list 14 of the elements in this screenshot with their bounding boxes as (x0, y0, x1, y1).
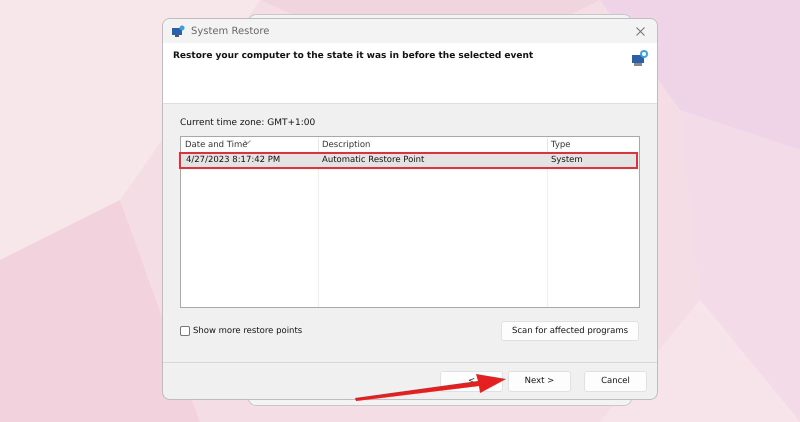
scan-button[interactable]: Scan for affected programs (501, 321, 639, 342)
table-cell-text: Automatic Restore Point (321, 154, 426, 168)
table-row[interactable]: 4/27/2023 8:17:42 PM Automatic Restore Point System (179, 152, 638, 170)
table-cell-text: 4/27/2023 8:17:42 PM (185, 154, 282, 168)
column-header[interactable]: Date and Time (182, 139, 318, 152)
monitor-icon (171, 24, 185, 38)
time-zone-label: Current time zone: GMT+1:00 (180, 118, 316, 128)
dialog-button[interactable]: Next > (508, 370, 571, 392)
dialog-heading: Restore your computer to the state it was in before the selected event (173, 50, 534, 62)
monitor-icon (631, 49, 649, 68)
show-more-checkbox[interactable]: Show more restore points (180, 326, 302, 336)
dialog-button[interactable]: Cancel (584, 370, 647, 392)
window-title: System Restore (191, 26, 270, 37)
table-cell-text: System (550, 154, 584, 168)
